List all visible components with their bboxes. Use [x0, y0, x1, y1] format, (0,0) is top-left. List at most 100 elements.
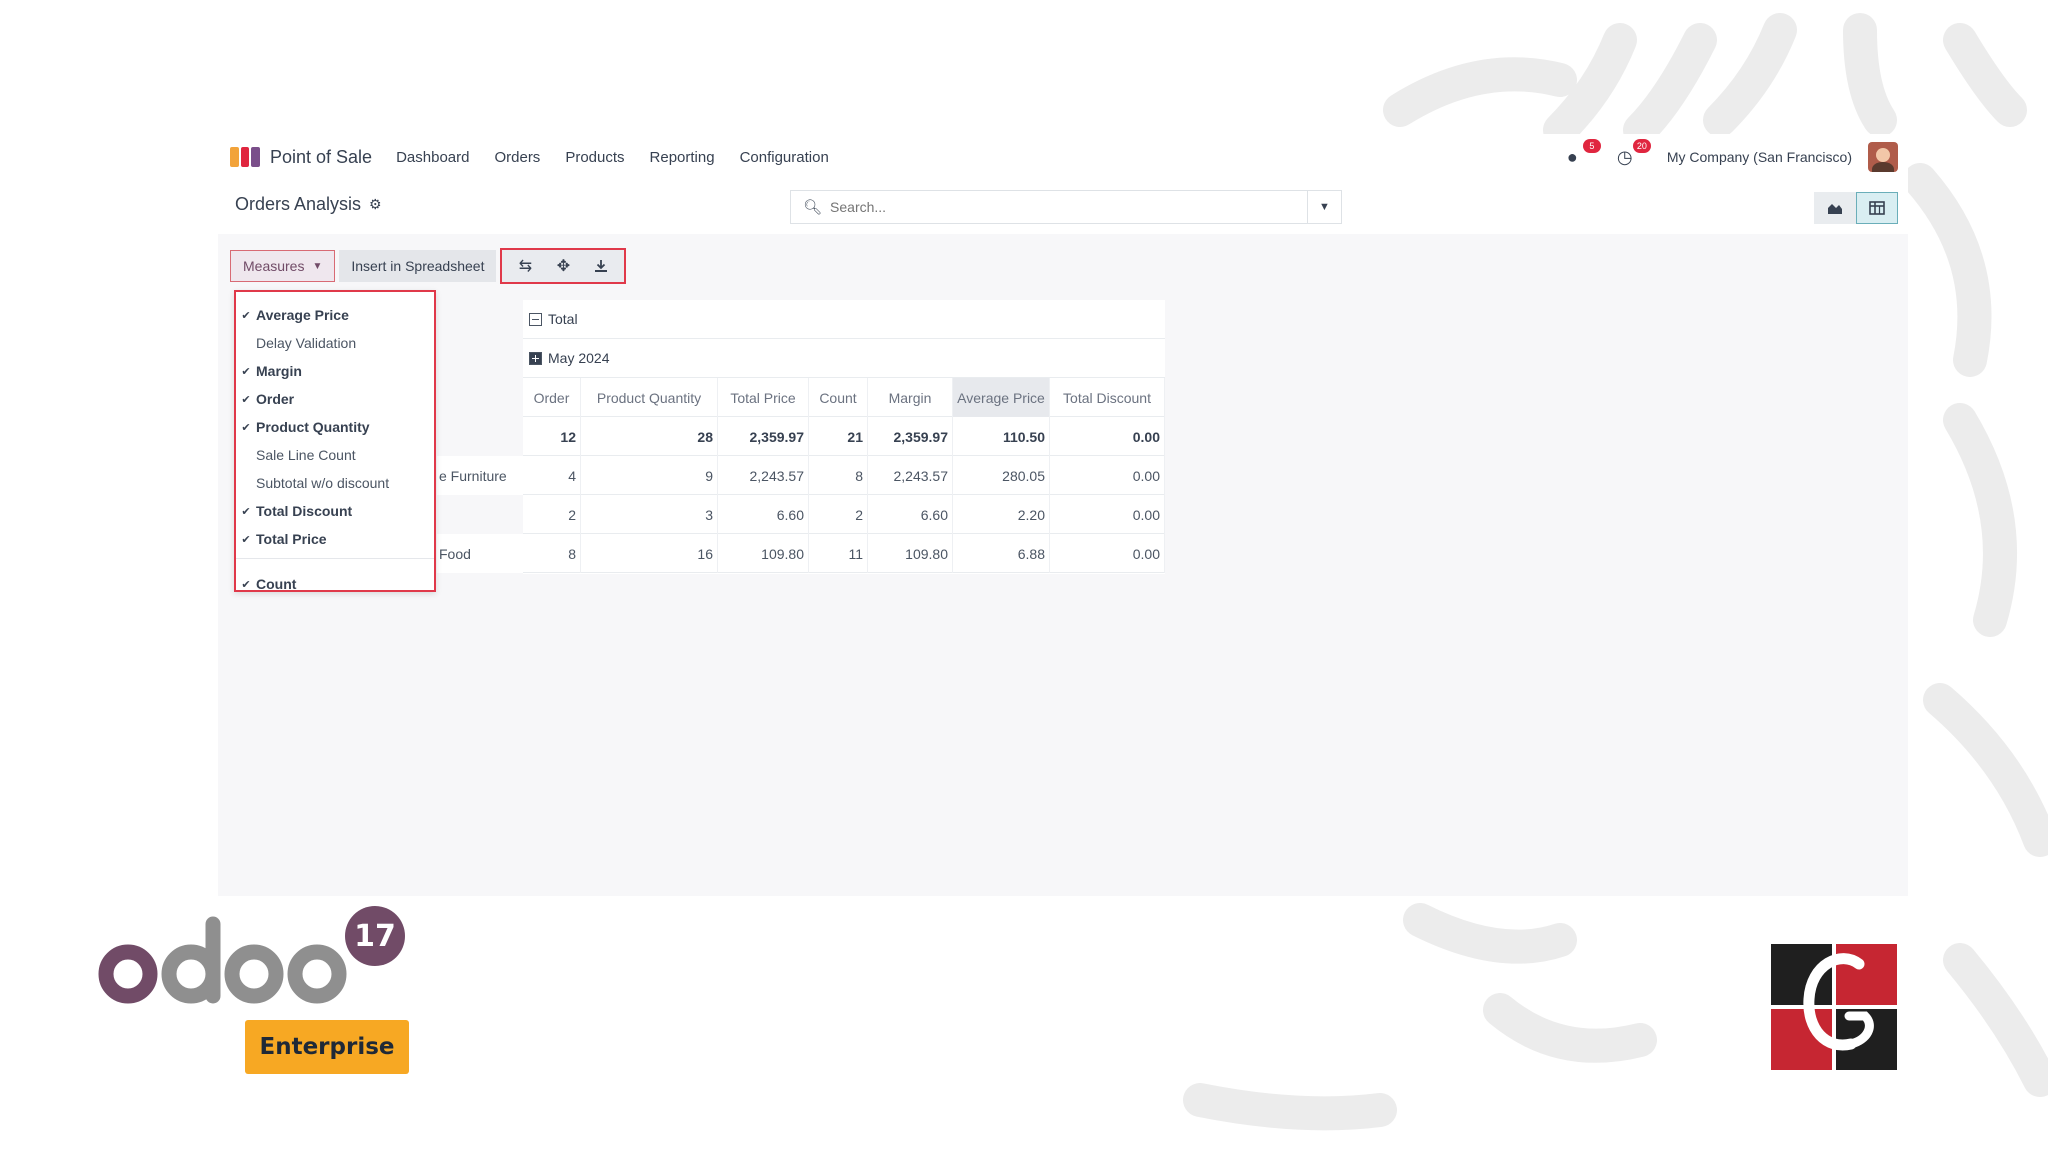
- navbar-systray: ● 5 ◷ 20 My Company (San Francisco): [1567, 134, 1898, 180]
- measure-item[interactable]: ✔ Total Price: [236, 526, 434, 552]
- table-cell[interactable]: 0.00: [1050, 417, 1165, 456]
- table-cell[interactable]: 8: [809, 456, 868, 495]
- table-cell[interactable]: 11: [809, 534, 868, 573]
- clock-icon: ◷: [1616, 147, 1633, 167]
- measure-item[interactable]: ✔ Margin: [236, 358, 434, 384]
- view-switcher: [1814, 192, 1898, 224]
- pivot-view-button[interactable]: [1856, 192, 1898, 224]
- company-switcher[interactable]: My Company (San Francisco): [1667, 149, 1852, 165]
- measure-item[interactable]: ✔ Count: [236, 571, 434, 597]
- measure-header[interactable]: Average Price: [953, 378, 1050, 417]
- user-avatar[interactable]: [1868, 142, 1898, 172]
- measure-item[interactable]: ✔ Average Price: [236, 302, 434, 328]
- messages-badge: 5: [1582, 139, 1601, 153]
- pivot-toolbar: Measures ▼ Insert in Spreadsheet ⇆ ✥: [230, 248, 627, 284]
- menu-products[interactable]: Products: [565, 149, 624, 166]
- messages-button[interactable]: ● 5: [1567, 139, 1601, 168]
- check-icon: ✔: [241, 505, 251, 518]
- breadcrumb: Orders Analysis ⚙: [235, 194, 382, 215]
- table-cell[interactable]: 6.60: [718, 495, 809, 534]
- measure-label: Sale Line Count: [256, 447, 356, 463]
- measures-label: Measures: [243, 258, 305, 274]
- measure-header[interactable]: Product Quantity: [581, 378, 718, 417]
- col-group-label: May 2024: [548, 350, 610, 366]
- table-cell[interactable]: 110.50: [953, 417, 1050, 456]
- measure-header[interactable]: Order: [523, 378, 581, 417]
- table-cell[interactable]: 109.80: [718, 534, 809, 573]
- expand-icon: [529, 351, 542, 365]
- table-cell[interactable]: 0.00: [1050, 534, 1165, 573]
- menu-configuration[interactable]: Configuration: [740, 149, 829, 166]
- gear-icon[interactable]: ⚙: [369, 196, 382, 213]
- check-icon: ✔: [241, 393, 251, 406]
- measure-label: Total Discount: [256, 503, 353, 519]
- pivot-table: Total May 2024 Order Product Quantity Total …: [437, 300, 1165, 574]
- graph-view-button[interactable]: [1814, 192, 1856, 224]
- search-input[interactable]: [830, 199, 1301, 215]
- table-cell[interactable]: 2: [523, 495, 581, 534]
- row-header[interactable]: e Furniture: [437, 456, 523, 495]
- download-button[interactable]: [582, 252, 620, 280]
- table-cell[interactable]: 28: [581, 417, 718, 456]
- app-brand[interactable]: Point of Sale: [230, 147, 396, 168]
- search-bar: 🔍︎ ▼: [790, 190, 1342, 224]
- table-cell[interactable]: 2: [809, 495, 868, 534]
- table-cell[interactable]: 16: [581, 534, 718, 573]
- measure-header[interactable]: Count: [809, 378, 868, 417]
- table-cell[interactable]: 0.00: [1050, 495, 1165, 534]
- version-badge: 17: [345, 906, 405, 966]
- pivot-col-header-total[interactable]: Total: [523, 300, 1165, 339]
- measure-item[interactable]: ✔ Total Discount: [236, 498, 434, 524]
- measure-header[interactable]: Margin: [868, 378, 953, 417]
- menu-dashboard[interactable]: Dashboard: [396, 149, 469, 166]
- table-cell[interactable]: 109.80: [868, 534, 953, 573]
- table-cell[interactable]: 6.88: [953, 534, 1050, 573]
- search-options-toggle[interactable]: ▼: [1307, 191, 1341, 223]
- table-cell[interactable]: 2,243.57: [868, 456, 953, 495]
- table-cell[interactable]: 280.05: [953, 456, 1050, 495]
- measure-item[interactable]: Delay Validation: [236, 330, 434, 356]
- table-cell[interactable]: 2,359.97: [868, 417, 953, 456]
- enterprise-badge: Enterprise: [245, 1020, 409, 1074]
- table-cell[interactable]: 4: [523, 456, 581, 495]
- flip-axis-button[interactable]: ⇆: [506, 252, 544, 280]
- check-icon: ✔: [241, 421, 251, 434]
- table-cell[interactable]: 2,359.97: [718, 417, 809, 456]
- area-chart-icon: [1828, 204, 1842, 214]
- measure-label: Order: [256, 391, 295, 407]
- table-row: 12 28 2,359.97 21 2,359.97 110.50 0.00: [523, 417, 1165, 456]
- control-panel: Orders Analysis ⚙ 🔍︎ ▼: [218, 180, 1908, 234]
- table-cell[interactable]: 9: [581, 456, 718, 495]
- pivot-col-header-period[interactable]: May 2024: [523, 339, 1165, 378]
- measure-item[interactable]: Subtotal w/o discount: [236, 470, 434, 496]
- measure-label: Total Price: [256, 531, 327, 547]
- col-group-label: Total: [548, 311, 578, 327]
- row-header[interactable]: Food: [437, 534, 523, 573]
- expand-all-button[interactable]: ✥: [544, 252, 582, 280]
- table-cell[interactable]: 0.00: [1050, 456, 1165, 495]
- app-window: Point of Sale Dashboard Orders Products …: [218, 134, 1908, 896]
- table-cell[interactable]: 2.20: [953, 495, 1050, 534]
- table-cell[interactable]: 21: [809, 417, 868, 456]
- table-cell[interactable]: 8: [523, 534, 581, 573]
- pivot-measure-header-row: Order Product Quantity Total Price Count Mar…: [523, 378, 1165, 417]
- measures-button[interactable]: Measures ▼: [230, 250, 336, 282]
- insert-in-spreadsheet-button[interactable]: Insert in Spreadsheet: [339, 250, 497, 282]
- measure-item[interactable]: Sale Line Count: [236, 442, 434, 468]
- measure-item[interactable]: ✔ Product Quantity: [236, 414, 434, 440]
- menu-reporting[interactable]: Reporting: [650, 149, 715, 166]
- company-logo: [1771, 944, 1897, 1070]
- measure-item[interactable]: ✔ Order: [236, 386, 434, 412]
- measure-header[interactable]: Total Price: [718, 378, 809, 417]
- activities-button[interactable]: ◷ 20: [1616, 139, 1651, 168]
- table-cell[interactable]: 3: [581, 495, 718, 534]
- measure-header[interactable]: Total Discount: [1050, 378, 1165, 417]
- check-icon: ✔: [241, 533, 251, 546]
- menu-orders[interactable]: Orders: [494, 149, 540, 166]
- table-cell[interactable]: 12: [523, 417, 581, 456]
- measures-dropdown: ✔ Average Price Delay Validation ✔ Margin ✔ Or…: [234, 290, 436, 592]
- table-cell[interactable]: 6.60: [868, 495, 953, 534]
- measure-label: Count: [256, 576, 297, 592]
- expand-all-icon: ✥: [556, 258, 571, 275]
- table-cell[interactable]: 2,243.57: [718, 456, 809, 495]
